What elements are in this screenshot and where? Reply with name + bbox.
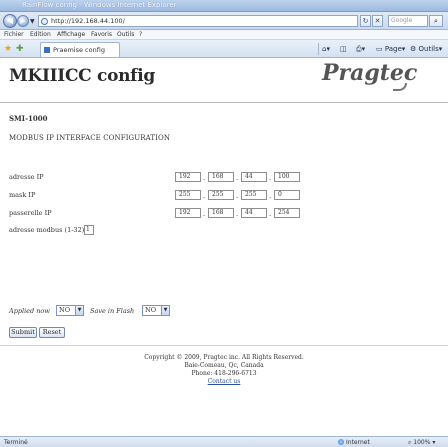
mask-octet-3[interactable]: 255 <box>241 190 267 200</box>
chevron-down-icon: ▼ <box>75 306 83 315</box>
dot: . <box>203 192 206 200</box>
ip-octet-1[interactable]: 192 <box>175 172 201 182</box>
contact-link[interactable]: Contact us <box>0 378 448 385</box>
back-icon[interactable]: ◀ <box>3 14 17 28</box>
ip-octet-2[interactable]: 168 <box>208 172 234 182</box>
tools-menu[interactable]: ⚙ Outils▾ <box>410 43 442 55</box>
mask-label: mask IP <box>9 191 36 199</box>
address-text: Baie-Comeau, Qc, Canada <box>184 362 264 369</box>
modbus-address-input[interactable]: 1 <box>84 225 94 235</box>
menu-file[interactable]: Fichier <box>4 31 24 38</box>
dot: . <box>236 174 239 182</box>
mask-octet-2[interactable]: 255 <box>208 190 234 200</box>
save-flash-label: Save in Flash <box>90 307 135 315</box>
page-menu-label: Page <box>384 45 402 53</box>
logo-swoosh-icon <box>393 83 407 91</box>
header-divider <box>0 102 448 103</box>
history-dropdown-icon[interactable]: ▼ <box>30 18 35 25</box>
dot: . <box>203 210 206 218</box>
gateway-octet-3[interactable]: 44 <box>241 208 267 218</box>
mask-octet-4[interactable]: 0 <box>274 190 300 200</box>
dot: . <box>269 210 272 218</box>
menu-tools[interactable]: Outils <box>117 31 134 38</box>
page-icon <box>41 18 48 25</box>
url-input[interactable]: http://192.168.44.100/ <box>38 15 358 27</box>
internet-zone-icon <box>338 439 344 445</box>
command-bar: ★ ✚ Praemise config ⌂▾ ◫ ⎙▾ ▭ Page▾ ⚙ Ou… <box>0 40 448 58</box>
print-icon[interactable]: ⎙▾ <box>356 43 365 55</box>
model-name: SMI-1000 <box>9 114 48 123</box>
gateway-octet-1[interactable]: 192 <box>175 208 201 218</box>
menu-view[interactable]: Affichage <box>57 31 85 38</box>
favorites-star-icon[interactable]: ★ <box>4 44 12 54</box>
dot: . <box>269 174 272 182</box>
dot: . <box>269 192 272 200</box>
tab-page-icon <box>44 47 50 53</box>
section-title: MODBUS IP INTERFACE CONFIGURATION <box>9 134 171 142</box>
home-icon[interactable]: ⌂▾ <box>322 43 330 55</box>
tab-label: Praemise config <box>53 46 105 54</box>
window-titlebar: RainFlow config - Windows Internet Explo… <box>0 0 448 12</box>
mask-octet-1[interactable]: 255 <box>175 190 201 200</box>
search-icon[interactable]: ⌕ <box>429 15 443 27</box>
page-menu[interactable]: ▭ Page▾ <box>376 43 405 55</box>
search-input[interactable]: Google <box>388 15 428 27</box>
applied-now-select[interactable]: NO ▼ <box>56 305 84 316</box>
window-title: RainFlow config - Windows Internet Explo… <box>22 1 177 9</box>
menu-favorites[interactable]: Favoris <box>91 31 112 38</box>
add-favorite-icon[interactable]: ✚ <box>16 44 24 54</box>
forward-icon[interactable]: ▶ <box>17 15 29 27</box>
page-content: MKIIICC config Pragtec SMI-1000 MODBUS I… <box>0 58 448 436</box>
save-flash-select[interactable]: NO ▼ <box>142 305 170 316</box>
zoom-control[interactable]: ⌕ 100% ▾ <box>408 439 435 447</box>
refresh-icon[interactable]: ↻ <box>360 15 371 27</box>
menu-help[interactable]: ? <box>139 31 142 38</box>
page-title: MKIIICC config <box>9 66 155 86</box>
ip-address-label: adresse IP <box>9 173 44 181</box>
address-bar: ◀ ▶ ▼ http://192.168.44.100/ ↻ ✕ Google … <box>0 12 448 30</box>
search-placeholder: Google <box>391 17 413 24</box>
submit-button[interactable]: Submit <box>9 327 37 338</box>
status-bar: Terminé Internet ⌕ 100% ▾ <box>0 436 448 447</box>
url-text: http://192.168.44.100/ <box>51 17 125 25</box>
zoom-level: 100% <box>413 439 431 446</box>
zone-text: Internet <box>346 439 370 446</box>
menu-edit[interactable]: Edition <box>30 31 51 38</box>
status-text: Terminé <box>4 439 28 446</box>
gateway-octet-4[interactable]: 254 <box>274 208 300 218</box>
dot: . <box>203 174 206 182</box>
copyright-text: Copyright © 2009, Pragtec inc. All Right… <box>144 354 304 361</box>
ip-octet-3[interactable]: 44 <box>241 172 267 182</box>
applied-now-label: Applied now <box>9 307 50 315</box>
stop-icon[interactable]: ✕ <box>372 15 383 27</box>
save-flash-value: NO <box>145 306 157 314</box>
tab-current[interactable]: Praemise config <box>40 42 120 57</box>
divider <box>318 43 319 55</box>
dot: . <box>236 210 239 218</box>
tools-menu-label: Outils <box>418 45 439 53</box>
menu-bar: Fichier Edition Affichage Favoris Outils… <box>0 30 448 40</box>
modbus-address-label: adresse modbus (1-32) <box>9 226 85 234</box>
footer-divider <box>0 345 448 346</box>
gateway-octet-2[interactable]: 168 <box>208 208 234 218</box>
reset-button[interactable]: Reset <box>39 327 65 338</box>
gateway-label: passerelle IP <box>9 209 52 217</box>
dot: . <box>236 192 239 200</box>
applied-now-value: NO <box>59 306 71 314</box>
feeds-icon[interactable]: ◫ <box>340 43 347 55</box>
phone-text: Phone: 418-296-6713 <box>191 370 257 377</box>
ip-octet-4[interactable]: 100 <box>274 172 300 182</box>
chevron-down-icon: ▼ <box>161 306 169 315</box>
